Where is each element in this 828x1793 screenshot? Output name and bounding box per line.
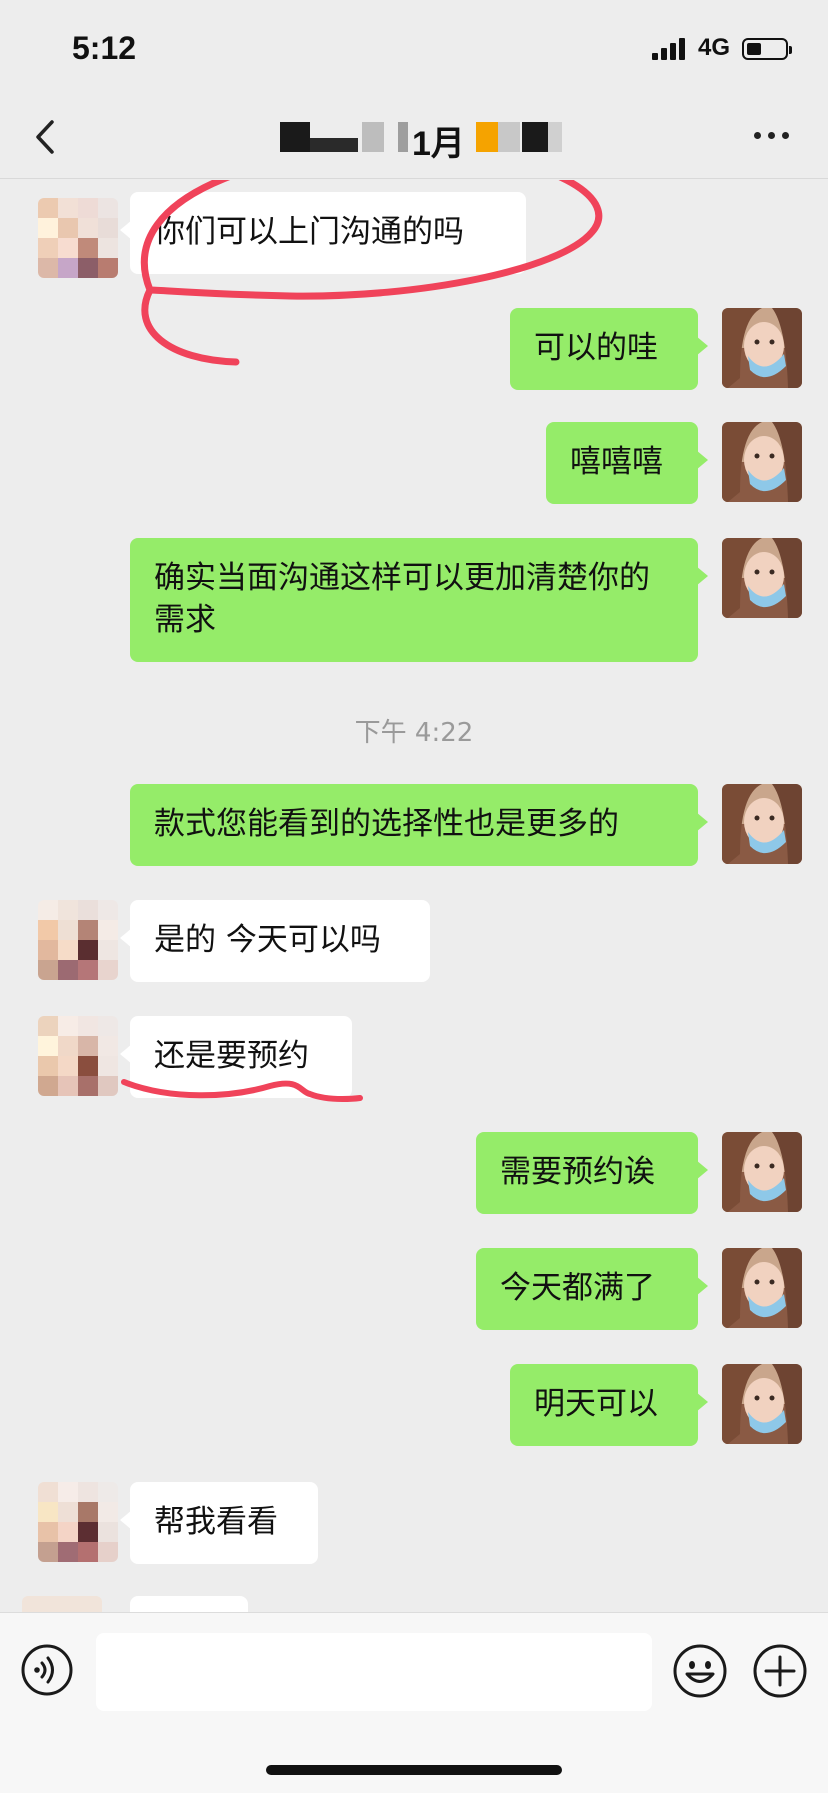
message-bubble-received[interactable]: 你们可以上门沟通的吗 (120, 192, 526, 274)
avatar-partial[interactable] (22, 1596, 102, 1612)
redacted-block (280, 122, 310, 152)
message-bubble-sent[interactable]: 今天都满了 (476, 1248, 708, 1330)
chat-header: 1月 (0, 96, 828, 179)
redacted-block (398, 122, 408, 152)
message-bubble-sent[interactable]: 确实当面沟通这样可以更加清楚你的需求 (130, 538, 708, 662)
redacted-block (310, 138, 358, 152)
my-avatar[interactable] (722, 784, 802, 864)
network-type: 4G (698, 34, 731, 61)
status-time: 5:12 (72, 30, 137, 66)
message-list[interactable]: 你们可以上门沟通的吗 可以的哇 嘻嘻嘻 确实当面沟通这样可以更加清楚你的需求 下… (0, 180, 828, 1612)
my-avatar[interactable] (722, 1132, 802, 1212)
message-bubble-received[interactable]: 是的 今天可以吗 (120, 900, 430, 982)
message-bubble-received[interactable]: 还是要预约 (120, 1016, 352, 1098)
avatar[interactable] (38, 1016, 118, 1096)
message-timestamp: 下午 4:22 (354, 718, 474, 748)
input-bar (0, 1612, 828, 1793)
message-bubble-sent[interactable]: 款式您能看到的选择性也是更多的 (130, 784, 708, 866)
message-bubble-sent[interactable]: 嘻嘻嘻 (546, 422, 708, 504)
status-bar: 5:12 4G (0, 0, 828, 96)
voice-icon[interactable] (20, 1643, 74, 1697)
redacted-block (522, 122, 548, 152)
signal-icon (652, 38, 685, 60)
avatar[interactable] (38, 198, 118, 278)
emoji-icon[interactable] (672, 1643, 728, 1699)
avatar[interactable] (38, 1482, 118, 1562)
my-avatar[interactable] (722, 422, 802, 502)
message-input[interactable] (96, 1633, 652, 1711)
chat-title: 1月 (280, 114, 600, 163)
message-bubble-partial[interactable] (130, 1596, 248, 1612)
redacted-block (362, 122, 384, 152)
message-bubble-received[interactable]: 帮我看看 (120, 1482, 318, 1564)
message-bubble-sent[interactable]: 需要预约诶 (476, 1132, 708, 1214)
more-dots-icon[interactable] (750, 124, 794, 148)
message-bubble-sent[interactable]: 可以的哇 (510, 308, 708, 390)
my-avatar[interactable] (722, 1364, 802, 1444)
message-bubble-sent[interactable]: 明天可以 (510, 1364, 708, 1446)
redacted-block (476, 122, 498, 152)
my-avatar[interactable] (722, 538, 802, 618)
back-arrow-icon[interactable] (28, 112, 68, 162)
plus-icon[interactable] (752, 1643, 808, 1699)
home-indicator[interactable] (266, 1765, 562, 1775)
my-avatar[interactable] (722, 1248, 802, 1328)
battery-icon (742, 38, 792, 60)
chat-title-text: 1月 (412, 125, 465, 163)
redacted-block (498, 122, 520, 152)
redacted-block (548, 122, 562, 152)
my-avatar[interactable] (722, 308, 802, 388)
avatar[interactable] (38, 900, 118, 980)
